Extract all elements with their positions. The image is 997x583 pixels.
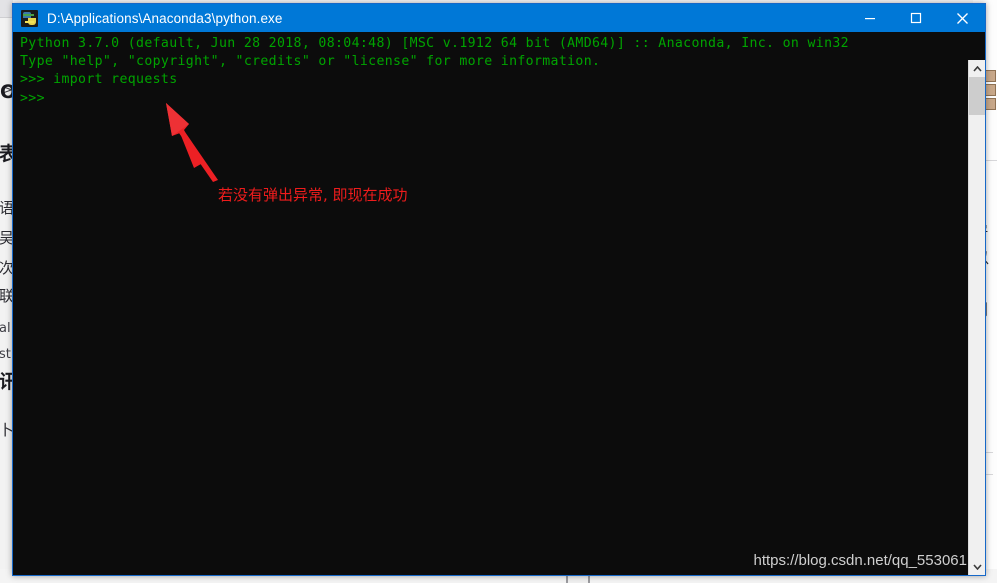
maximize-button[interactable]: [893, 4, 939, 32]
annotation-text: 若没有弹出异常, 即现在成功: [218, 186, 408, 204]
minimize-button[interactable]: [847, 4, 893, 32]
window-titlebar[interactable]: D:\Applications\Anaconda3\python.exe: [13, 4, 985, 32]
python-icon: [21, 9, 38, 27]
window-controls: [847, 4, 985, 32]
background-text-fragment: al: [0, 321, 11, 336]
watermark-url: https://blog.csdn.net/qq_553061: [753, 552, 967, 569]
chevron-down-icon: [972, 563, 982, 570]
screen-root: >>> O 表 语 吴 次 联 al st 讯 卜 n i 罸 以 in 则 s: [0, 0, 997, 583]
scroll-up-button[interactable]: [969, 60, 985, 77]
scrollbar-thumb[interactable]: [969, 77, 985, 115]
window-title: D:\Applications\Anaconda3\python.exe: [47, 10, 283, 26]
console-output-area[interactable]: Python 3.7.0 (default, Jun 28 2018, 08:0…: [13, 32, 985, 575]
python-console-window[interactable]: D:\Applications\Anaconda3\python.exe Pyt…: [12, 3, 986, 576]
red-arrow-icon: [166, 103, 218, 182]
background-text-fragment: st: [0, 347, 11, 362]
chevron-up-icon: [972, 65, 982, 72]
close-icon: [956, 12, 968, 24]
maximize-icon: [910, 12, 922, 24]
close-button[interactable]: [939, 4, 985, 32]
console-text: Python 3.7.0 (default, Jun 28 2018, 08:0…: [20, 36, 849, 106]
console-scrollbar[interactable]: [968, 60, 985, 575]
minimize-icon: [865, 18, 875, 20]
scroll-down-button[interactable]: [969, 558, 985, 575]
